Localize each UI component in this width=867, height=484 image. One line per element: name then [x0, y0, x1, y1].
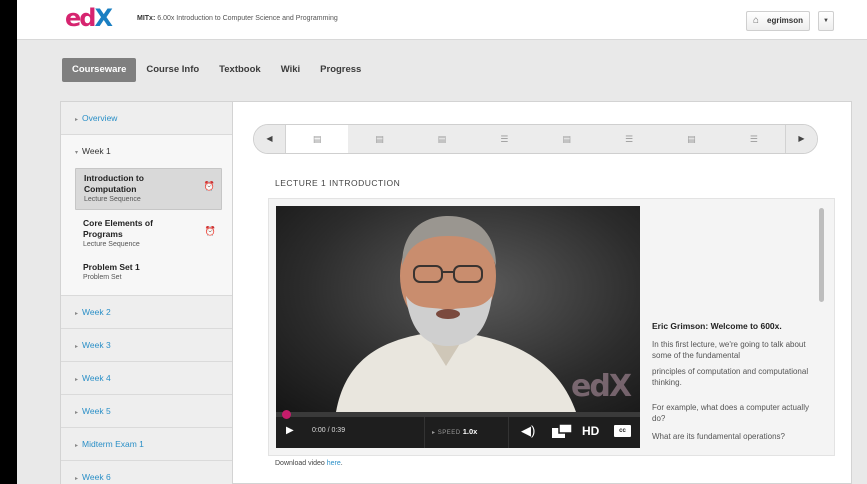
download-text: Download video [275, 460, 325, 467]
edx-logo[interactable]: edX [65, 5, 113, 31]
play-button[interactable]: ▶ [286, 425, 294, 436]
sidebar-item-label: Week 5 [82, 406, 111, 416]
sidebar-item-label: Week 2 [82, 307, 111, 317]
section-core-elements-of-programs[interactable]: Core Elements of Programs Lecture Sequen… [75, 214, 222, 254]
sequence-item-problem-icon[interactable]: ☰ [473, 125, 536, 153]
tab-courseware[interactable]: Courseware [62, 58, 137, 82]
sequence-item-problem-icon[interactable]: ☰ [597, 125, 661, 153]
caret-right-icon: ▸ [75, 476, 79, 482]
divider [508, 417, 509, 448]
sidebar-item-label: Overview [82, 113, 118, 123]
section-title: Core Elements of Programs [83, 218, 153, 239]
video-time: 0:00 / 0:39 [312, 427, 346, 434]
alarm-clock-icon: ⏰ [204, 226, 216, 236]
sequence-item-video-icon[interactable]: ▤ [660, 125, 723, 153]
unit-title: LECTURE 1 INTRODUCTION [275, 178, 401, 188]
top-header: edX MITx: 6.00x Introduction to Computer… [17, 0, 867, 40]
sequence-prev-button[interactable]: ◀ [254, 125, 286, 153]
download-video-row: Download video here. [275, 460, 343, 467]
tab-course-info[interactable]: Course Info [136, 58, 209, 82]
section-subtitle: Problem Set [83, 274, 122, 281]
tab-progress[interactable]: Progress [310, 58, 371, 82]
transcript-scrollbar[interactable] [819, 208, 824, 302]
user-dropdown-toggle[interactable]: ▼ [818, 11, 834, 31]
caret-right-icon: ▸ [75, 377, 79, 383]
browser-frame: edX MITx: 6.00x Introduction to Computer… [17, 0, 867, 484]
sidebar-item-label: Midterm Exam 1 [82, 439, 144, 449]
username: egrimson [767, 16, 804, 25]
sidebar-item-label: Week 1 [82, 146, 111, 156]
course-code: MITx: [137, 15, 156, 22]
sequence-item-video-icon[interactable]: ▤ [286, 125, 349, 153]
speed-value: 1.0x [462, 427, 478, 436]
caret-right-icon: ▸ [75, 344, 79, 350]
courseware-main: ◀ ▤ ▤ ▤ ☰ ▤ ☰ ▤ ☰ ▶ LECTURE 1 INTRODUCTI… [232, 101, 852, 484]
sidebar-item-week-5[interactable]: ▸ Week 5 [61, 395, 232, 428]
course-sidebar: ▸ Overview ▾ Week 1 Introduction to Comput… [60, 101, 232, 484]
sidebar-item-label: Week 6 [82, 472, 111, 482]
caret-down-icon: ▼ [823, 18, 829, 24]
tab-wiki[interactable]: Wiki [271, 58, 310, 82]
captions-button[interactable]: cc [614, 425, 631, 437]
fullscreen-icon[interactable] [552, 424, 572, 438]
edx-watermark: edX [571, 369, 632, 404]
sidebar-item-midterm-exam-1[interactable]: ▸ Midterm Exam 1 [61, 428, 232, 461]
sidebar-item-week-2[interactable]: ▸ Week 2 [61, 296, 232, 329]
section-subtitle: Lecture Sequence [84, 196, 141, 203]
section-title: Problem Set 1 [83, 262, 140, 272]
transcript-title: Eric Grimson: Welcome to 600x. [652, 321, 782, 331]
volume-icon: ◀) [521, 423, 536, 438]
video-progress-slider[interactable] [276, 410, 640, 419]
sequence-item-video-icon[interactable]: ▤ [348, 125, 411, 153]
course-tabs: Courseware Course Info Textbook Wiki Pro… [62, 58, 371, 82]
sidebar-item-overview[interactable]: ▸ Overview [61, 102, 232, 135]
home-icon: ⌂ [753, 15, 760, 26]
sequence-item-problem-icon[interactable]: ☰ [722, 125, 785, 153]
slider-handle[interactable] [282, 410, 291, 419]
sidebar-item-label: Week 3 [82, 340, 111, 350]
section-introduction-to-computation[interactable]: Introduction to Computation Lecture Sequ… [75, 168, 222, 210]
caret-down-icon: ▾ [75, 150, 79, 156]
sequence-item-video-icon[interactable]: ▤ [535, 125, 598, 153]
sequence-nav: ◀ ▤ ▤ ▤ ☰ ▤ ☰ ▤ ☰ ▶ [253, 124, 818, 154]
sequence-next-button[interactable]: ▶ [785, 125, 817, 153]
sidebar-item-week-4[interactable]: ▸ Week 4 [61, 362, 232, 395]
caret-right-icon: ▸ [75, 311, 79, 317]
caret-right-icon: ▸ [75, 117, 79, 123]
sidebar-item-week-3[interactable]: ▸ Week 3 [61, 329, 232, 362]
sidebar-item-week-1[interactable]: ▾ Week 1 [61, 135, 232, 168]
section-problem-set-1[interactable]: Problem Set 1 Problem Set [75, 258, 222, 287]
sequence-items: ▤ ▤ ▤ ☰ ▤ ☰ ▤ ☰ [286, 125, 785, 153]
sidebar-item-label: Week 4 [82, 373, 111, 383]
transcript-line[interactable]: What are its fundamental operations? [652, 431, 820, 442]
section-subtitle: Lecture Sequence [83, 241, 140, 248]
transcript-panel[interactable]: Eric Grimson: Welcome to 600x. In this f… [652, 206, 830, 448]
tab-textbook[interactable]: Textbook [209, 58, 271, 82]
volume-button[interactable]: ◀) [521, 423, 535, 439]
section-title: Introduction to Computation [84, 173, 144, 194]
arrow-right-icon: ▶ [798, 134, 805, 143]
play-icon: ▶ [286, 425, 294, 436]
user-menu-button[interactable]: ⌂ egrimson [746, 11, 810, 31]
alarm-clock-icon: ⏰ [203, 181, 215, 191]
divider [424, 417, 425, 448]
hd-button[interactable]: HD [582, 424, 599, 438]
video-module: edX ▶ 0:00 / 0:39 ▸ SPEED 1.0x ◀) HD cc … [268, 198, 835, 456]
sidebar-item-week-6[interactable]: ▸ Week 6 [61, 461, 232, 484]
course-name: 6.00x Introduction to Computer Science a… [157, 15, 338, 22]
arrow-left-icon: ◀ [266, 134, 273, 143]
speed-label: SPEED [437, 430, 461, 436]
video-controls: ▶ 0:00 / 0:39 ▸ SPEED 1.0x ◀) HD cc [276, 410, 640, 448]
caret-right-icon: ▸ [75, 443, 79, 449]
course-title: MITx: 6.00x Introduction to Computer Sci… [137, 15, 338, 22]
download-video-link[interactable]: here [327, 460, 341, 467]
transcript-line[interactable]: For example, what does a computer actual… [652, 402, 820, 424]
transcript-line[interactable]: principles of computation and computatio… [652, 366, 820, 388]
week-1-sections: Introduction to Computation Lecture Sequ… [61, 168, 232, 296]
caret-right-icon: ▸ [75, 410, 79, 416]
video-player[interactable]: edX [276, 206, 640, 412]
transcript-line[interactable]: In this first lecture, we're going to ta… [652, 339, 820, 361]
sequence-item-video-icon[interactable]: ▤ [410, 125, 474, 153]
speed-button[interactable]: ▸ SPEED 1.0x [432, 427, 477, 436]
